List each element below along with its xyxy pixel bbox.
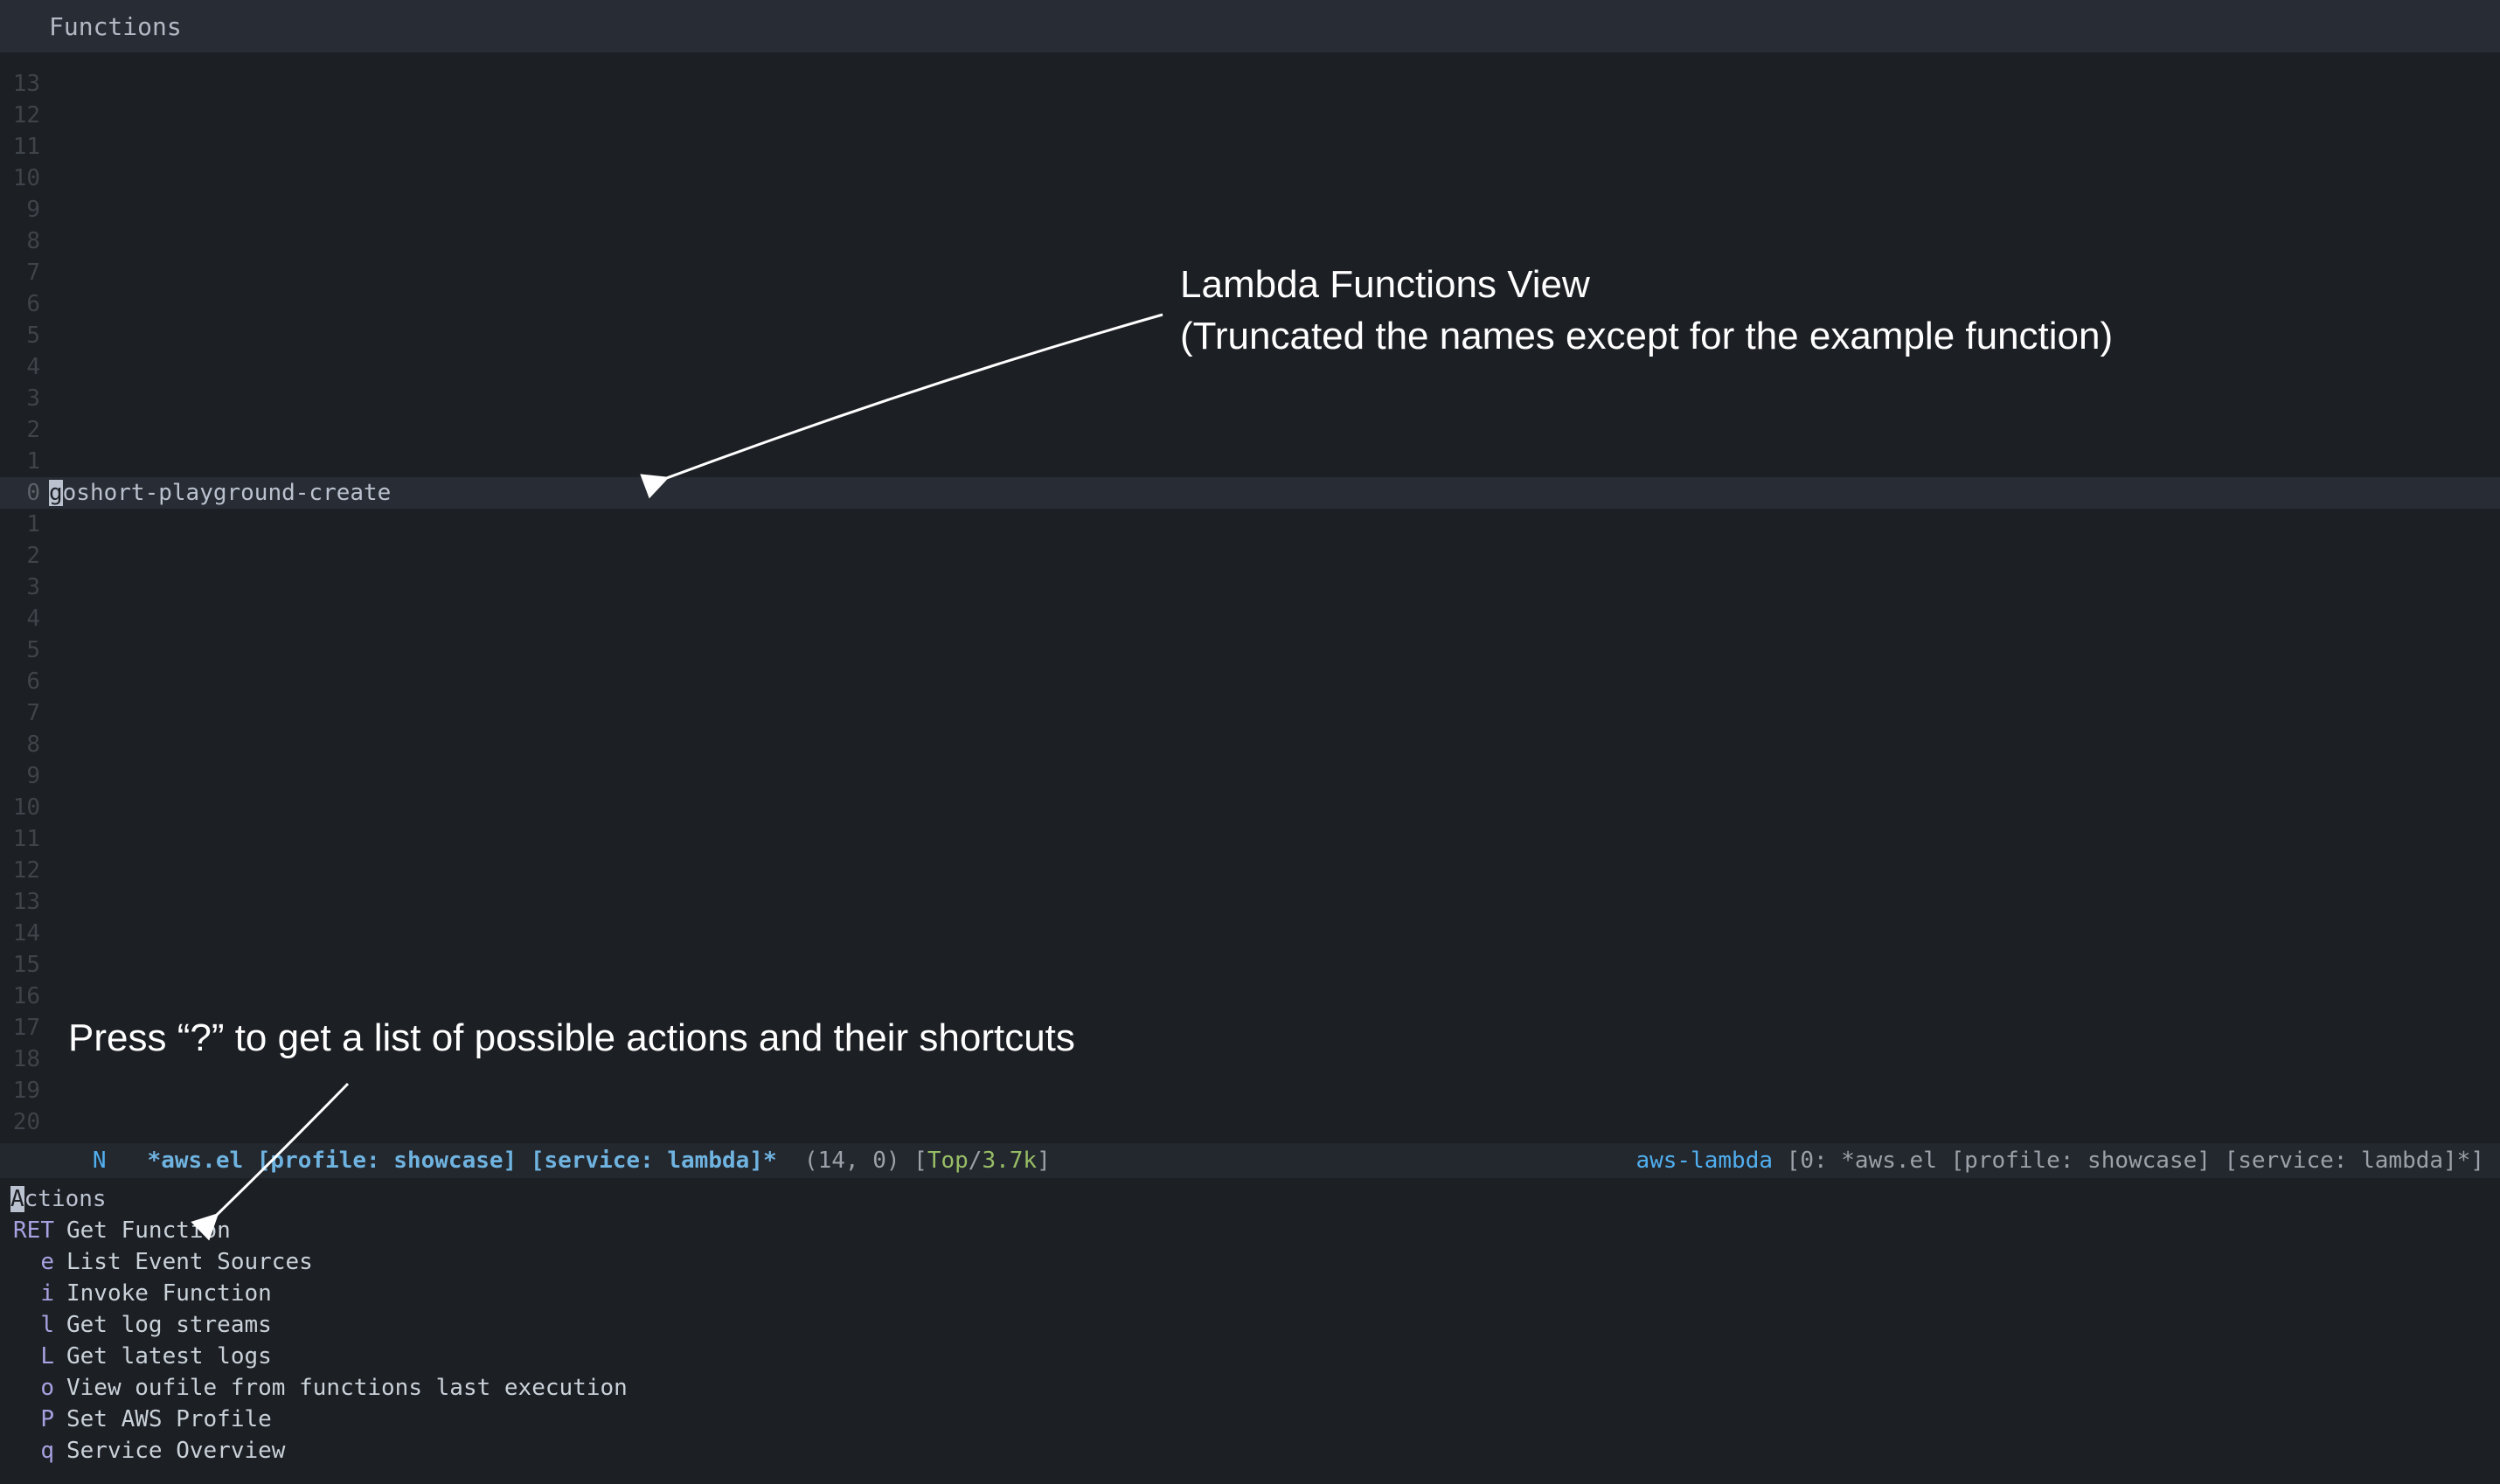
app-root: Functions 131211109876543210goshort-play… <box>0 0 2500 1484</box>
arrow-icon <box>0 0 2500 1484</box>
